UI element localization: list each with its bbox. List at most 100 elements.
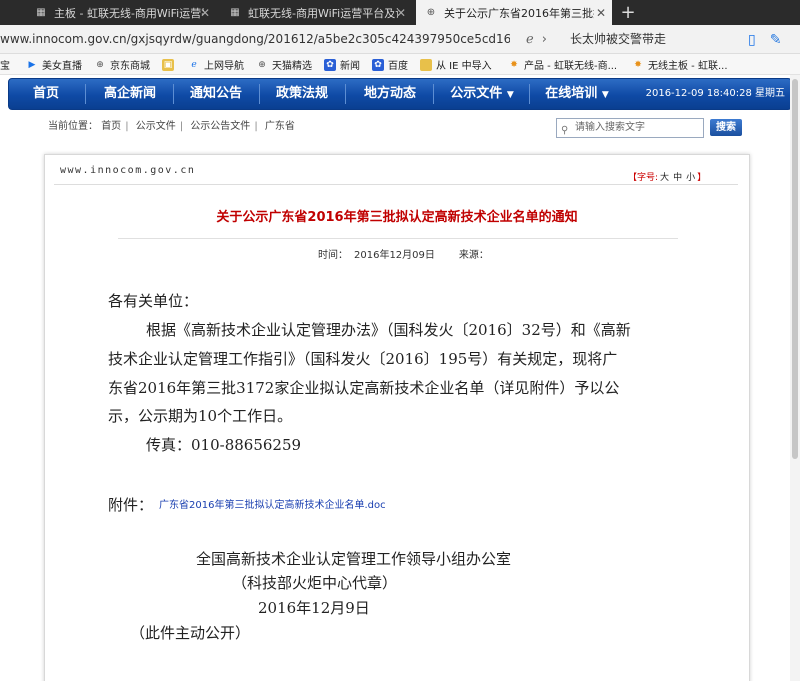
bookmark-label: 京东商城	[110, 61, 150, 72]
source-label: 来源：	[458, 250, 489, 261]
bookmark-label: 宝	[0, 61, 10, 72]
signature-office: 全国高新技术企业认定管理工作领导小组办公室	[196, 550, 512, 568]
bookmark-item[interactable]: ▣	[162, 54, 178, 75]
font-size-end: 】	[697, 173, 707, 183]
url-field[interactable]: www.innocom.gov.cn/gxjsqyrdw/guangdong/2…	[0, 25, 510, 54]
browser-tab-active[interactable]: ⊕ 关于公示广东省2016年第三批拟认定 ✕	[416, 0, 612, 25]
nav-item-public-files[interactable]: 公示文件 ▼	[437, 79, 527, 109]
font-size-small[interactable]: 小	[686, 173, 695, 183]
bookmark-bar: 宝 ▶ 美女直播 ⊕ 京东商城 ▣ ℯ 上网导航 ⊕ 天猫精选 ✿ 新闻 ✿ 百度 从 IE…	[0, 54, 800, 75]
breadcrumb-link[interactable]: 公示文件	[136, 121, 176, 132]
nav-item-news[interactable]: 高企新闻	[89, 79, 171, 109]
caret-down-icon: ▼	[506, 90, 514, 100]
folder-icon	[420, 58, 432, 71]
bookmark-label: 美女直播	[42, 61, 82, 72]
bookmark-label: 天猫精选	[272, 61, 312, 72]
nav-label: 在线培训	[545, 86, 598, 101]
nav-label: 公示文件	[450, 86, 503, 101]
bookmark-item[interactable]: ✸ 无线主板 - 虹联...	[632, 54, 727, 75]
bookmark-item[interactable]: 宝	[0, 54, 10, 75]
nav-item-notices[interactable]: 通知公告	[175, 79, 257, 109]
paragraph-line: 技术企业认定管理工作指引》（国科发火〔2016〕195号）有关规定，现将广	[108, 350, 618, 368]
search-placeholder: 请输入搜索文字	[575, 122, 645, 133]
page-scrollbar[interactable]	[790, 75, 800, 681]
signature-proxy: （科技部火炬中心代章）	[232, 574, 398, 592]
time-label: 时间：	[318, 250, 348, 261]
ie-icon[interactable]: ℯ	[526, 32, 534, 47]
public-note: （此件主动公开）	[130, 624, 251, 642]
toolbar-right: ▯ ✎	[748, 25, 781, 54]
bookmark-item[interactable]: ✸ 产品 - 虹联无线-商...	[508, 54, 617, 75]
fax-line: 传真：010-88656259	[146, 436, 302, 454]
globe-icon: ⊕	[96, 59, 104, 70]
chevron-right-icon[interactable]: ›	[542, 32, 547, 47]
article-title: 关于公示广东省2016年第三批拟认定高新技术企业名单的通知	[216, 210, 578, 225]
product-icon: ✸	[510, 59, 518, 70]
breadcrumb: 当前位置： 首页 | 公示文件 | 公示公告文件 | 广东省	[48, 121, 295, 132]
breadcrumb-link[interactable]: 公示公告文件	[190, 121, 250, 132]
bookmark-item[interactable]: ✿ 新闻	[324, 54, 360, 75]
divider	[54, 184, 738, 185]
time-value: 2016年12月09日	[354, 250, 435, 261]
scrollbar-thumb[interactable]	[792, 79, 798, 459]
signature-date: 2016年12月9日	[258, 599, 370, 617]
nav-item-training[interactable]: 在线培训 ▼	[533, 79, 621, 109]
product-icon: ✸	[634, 59, 642, 70]
close-icon[interactable]: ✕	[200, 6, 210, 20]
font-size-label: 【字号:	[628, 173, 659, 183]
phone-icon[interactable]: ▯	[748, 32, 756, 48]
breadcrumb-link[interactable]: 首页	[101, 121, 121, 132]
bookmark-label: 新闻	[340, 61, 360, 72]
bookmark-item[interactable]: ⊕ 天猫精选	[256, 54, 312, 75]
new-tab-button[interactable]: +	[616, 0, 640, 25]
play-icon: ▶	[28, 59, 36, 70]
attachment-link[interactable]: 广东省2016年第三批拟认定高新技术企业名单.doc	[159, 500, 386, 511]
tab-title: 虹联无线-商用WiFi运营平台及设备提供	[248, 6, 398, 20]
tab-title: 主板 - 虹联无线-商用WiFi运营平台及设	[54, 6, 204, 20]
bookmark-label: 上网导航	[204, 61, 244, 72]
salutation: 各有关单位：	[108, 292, 199, 310]
search-icon: ⚲	[561, 125, 569, 136]
font-size-large[interactable]: 大	[660, 173, 669, 183]
breadcrumb-prefix: 当前位置：	[48, 121, 98, 132]
bookmark-label: 从 IE 中导入	[436, 61, 492, 72]
bookmark-item[interactable]: 从 IE 中导入	[420, 54, 492, 75]
attachment-label: 附件：	[108, 496, 154, 514]
paw-icon: ✿	[372, 58, 384, 71]
bookmark-item[interactable]: ⊕ 京东商城	[94, 54, 150, 75]
paragraph-line: 东省2016年第三批3172家企业拟认定高新技术企业名单（详见附件）予以公	[108, 379, 620, 397]
breadcrumb-link[interactable]: 广东省	[265, 121, 295, 132]
grid-icon: ▦	[230, 7, 240, 18]
browser-tab-1[interactable]: ▦ 主板 - 虹联无线-商用WiFi运营平台及设 ✕	[26, 0, 216, 25]
paragraph-line: 根据《高新技术企业认定管理办法》（国科发火〔2016〕32号）和《高新	[146, 321, 631, 339]
nav-item-local[interactable]: 地方动态	[349, 79, 431, 109]
article-meta: 时间： 2016年12月09日 来源：	[318, 246, 489, 261]
caret-down-icon: ▼	[601, 90, 609, 100]
paragraph-line: 示，公示期为10个工作日。	[108, 407, 293, 425]
bookmark-item[interactable]: ✿ 百度	[372, 54, 408, 75]
browser-search-field[interactable]: 长太帅被交警带走	[560, 29, 738, 50]
attachment: 附件： 广东省2016年第三批拟认定高新技术企业名单.doc	[108, 494, 386, 515]
browser-tab-2[interactable]: ▦ 虹联无线-商用WiFi运营平台及设备提供 ✕	[220, 0, 412, 25]
close-icon[interactable]: ✕	[396, 6, 406, 20]
bookmark-item[interactable]: ▶ 美女直播	[26, 54, 82, 75]
grid-icon: ▦	[36, 7, 46, 18]
brush-icon[interactable]: ✎	[770, 32, 782, 48]
globe-icon: ⊕	[426, 7, 436, 18]
font-size-control: 【字号: 大中小】	[628, 170, 706, 183]
globe-icon: ⊕	[258, 59, 266, 70]
site-domain: www.innocom.gov.cn	[60, 165, 196, 176]
close-icon[interactable]: ✕	[596, 6, 606, 20]
nav-item-policy[interactable]: 政策法规	[261, 79, 343, 109]
search-button[interactable]: 搜索	[710, 119, 742, 136]
bookmark-item[interactable]: ℯ 上网导航	[188, 54, 244, 75]
nav-item-home[interactable]: 首页	[9, 79, 83, 109]
site-search-input[interactable]: ⚲ 请输入搜索文字	[556, 118, 704, 138]
site-nav: 首页 高企新闻 通知公告 政策法规 地方动态 公示文件 ▼ 在线培训 ▼ 201…	[8, 78, 792, 110]
divider	[118, 238, 678, 239]
tab-strip: ▦ 主板 - 虹联无线-商用WiFi运营平台及设 ✕ ▦ 虹联无线-商用WiFi…	[0, 0, 800, 25]
font-size-medium[interactable]: 中	[673, 173, 682, 183]
nav-datetime: 2016-12-09 18:40:28 星期五	[645, 88, 785, 99]
image-icon: ▣	[162, 58, 174, 71]
paw-icon: ✿	[324, 58, 336, 71]
